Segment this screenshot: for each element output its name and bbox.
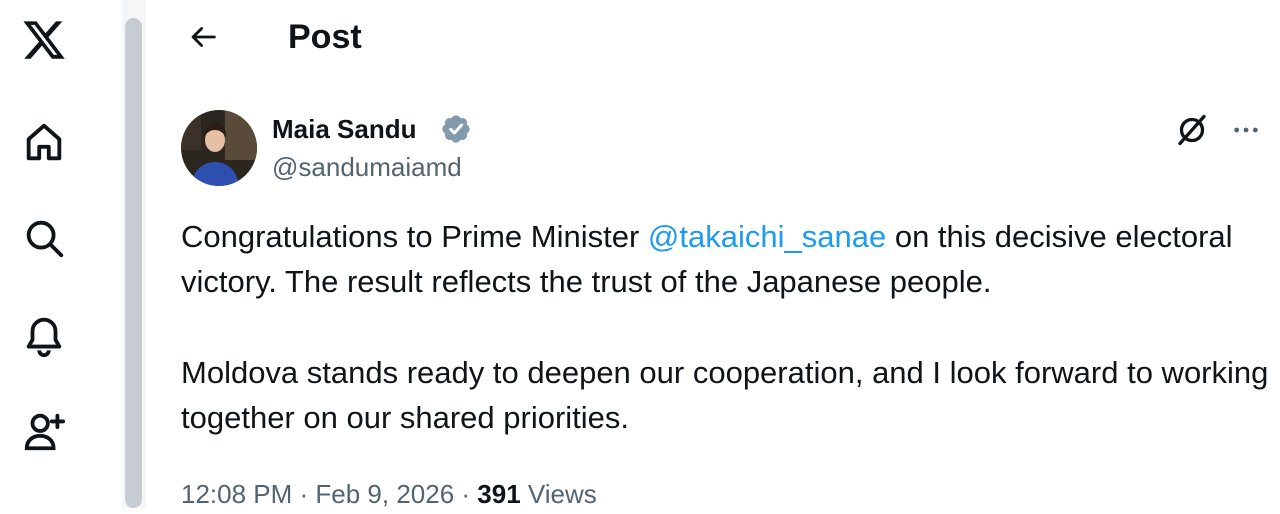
tweet-paragraph-1: Congratulations to Prime Minister @takai… — [181, 219, 1233, 299]
verified-badge-icon — [440, 113, 472, 145]
search-icon[interactable] — [18, 212, 70, 264]
more-options-icon[interactable] — [1226, 110, 1266, 150]
scrollbar-thumb[interactable] — [125, 18, 142, 508]
tweet-text: Congratulations to Prime Minister @takai… — [181, 214, 1271, 440]
nav-rail — [0, 0, 100, 508]
follow-icon[interactable] — [18, 405, 70, 457]
post-time[interactable]: 12:08 PM — [181, 479, 292, 509]
author-handle[interactable]: @sandumaiamd — [272, 151, 462, 183]
views-label: Views — [520, 479, 597, 509]
arrow-left-icon — [191, 27, 216, 47]
avatar[interactable] — [181, 110, 257, 186]
back-button[interactable] — [182, 16, 224, 58]
grok-icon[interactable] — [1172, 110, 1212, 150]
mention-link[interactable]: @takaichi_sanae — [648, 219, 886, 254]
post-metadata: 12:08 PM · Feb 9, 2026 · 391 Views — [181, 479, 597, 509]
home-icon[interactable] — [18, 116, 70, 168]
bell-icon[interactable] — [18, 310, 70, 362]
author-name[interactable]: Maia Sandu — [272, 112, 416, 146]
tweet-paragraph-2: Moldova stands ready to deepen our coope… — [181, 355, 1269, 435]
post-date[interactable]: Feb 9, 2026 — [315, 479, 454, 509]
views-count: 391 — [477, 479, 521, 509]
page-title: Post — [288, 18, 362, 56]
page-header: Post — [160, 0, 1280, 75]
x-logo-icon[interactable] — [18, 14, 70, 66]
